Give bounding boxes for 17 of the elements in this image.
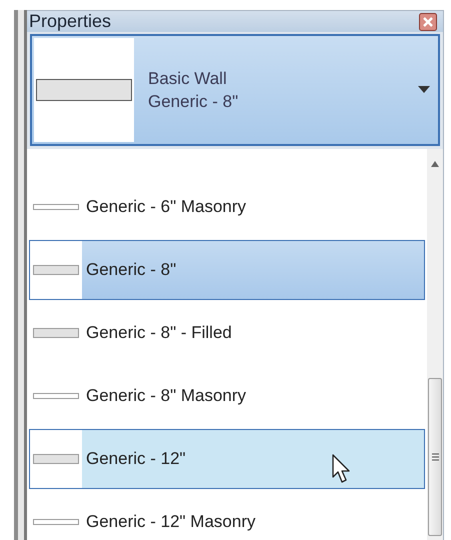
caret-icon (418, 86, 430, 94)
type-list-item[interactable]: Generic - 8" (29, 240, 425, 300)
scroll-thumb[interactable] (428, 378, 442, 536)
up-arrow-icon[interactable] (431, 161, 439, 167)
type-selector[interactable]: Basic Wall Generic - 8" (30, 34, 440, 146)
type-list-item[interactable]: Generic - 8" - Filled (29, 303, 425, 363)
type-name: Generic - 8" (148, 91, 240, 113)
scrollbar[interactable] (427, 149, 443, 540)
type-list-item[interactable]: Generic - 6" Masonry (29, 177, 425, 237)
pointer-icon (332, 454, 352, 484)
panel-title: Properties (29, 11, 112, 32)
close-icon[interactable] (419, 12, 437, 30)
type-list-item[interactable]: Generic - 12" Masonry (29, 492, 425, 540)
type-list-item[interactable]: Generic - 8" Masonry (29, 366, 425, 426)
family-name: Basic Wall (148, 68, 228, 90)
grip-icon (432, 453, 438, 461)
type-list-item[interactable]: Generic - 12" (29, 429, 425, 489)
